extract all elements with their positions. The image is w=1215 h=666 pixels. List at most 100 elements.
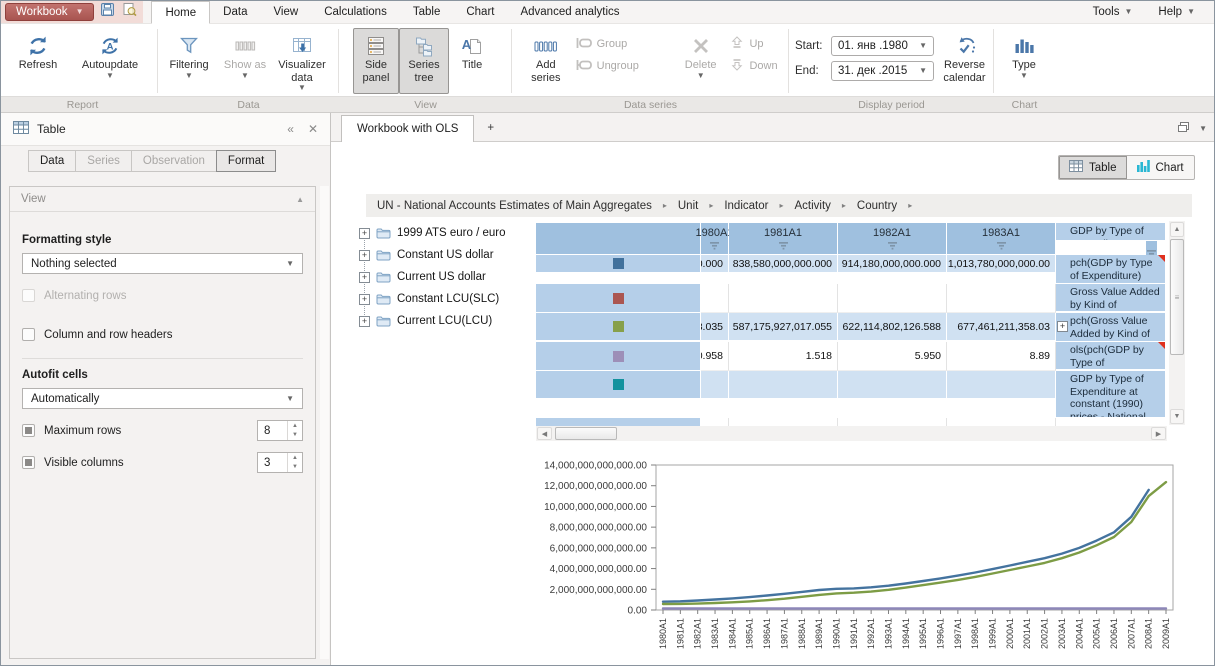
tree-expander-icon[interactable]: + [359, 228, 370, 239]
cell-r2c2[interactable] [729, 284, 838, 313]
cell-r5c1[interactable] [701, 371, 729, 399]
panel-tab-format[interactable]: Format [216, 150, 276, 172]
visualizer-data-button[interactable]: Visualizer data ▼ [270, 28, 334, 94]
start-date-picker[interactable]: 01. янв .1980 ▼ [831, 36, 934, 56]
view-section-header[interactable]: View ▲ [10, 187, 315, 212]
view-toggle-table-button[interactable]: Table [1059, 156, 1127, 179]
scroll-up-button[interactable]: ▲ [1170, 222, 1184, 237]
cell-r2c1[interactable] [701, 284, 729, 313]
menu-tab-calculations[interactable]: Calculations [311, 1, 400, 23]
scroll-right-button[interactable]: ▶ [1151, 427, 1166, 440]
row-header-1[interactable]: GDP by Type of Expenditure [1056, 223, 1166, 241]
cell-r3c1[interactable]: 578,397,367,223.035 [701, 313, 729, 341]
vertical-scroll-thumb[interactable]: ≡ [1170, 239, 1184, 355]
menu-tab-advanced-analytics[interactable]: Advanced analytics [507, 1, 632, 23]
column-header-1982a1[interactable]: 1982A1 [838, 223, 947, 255]
refresh-button[interactable]: Refresh [7, 28, 69, 94]
workbook-tab[interactable]: Workbook with OLS [341, 115, 474, 142]
filter-icon[interactable] [996, 241, 1007, 250]
view-toggle-chart-button[interactable]: Chart [1127, 156, 1194, 179]
cell-r4c2[interactable]: 1.518 [729, 342, 838, 371]
filtering-button[interactable]: Filtering ▼ [158, 28, 220, 94]
cell-r4c1[interactable]: 10.958 [701, 342, 729, 371]
chart-type-button[interactable]: Type ▼ [1000, 28, 1048, 94]
cell-r4c3[interactable]: 5.950 [838, 342, 947, 371]
step-down-icon[interactable]: ▼ [288, 463, 302, 473]
autofit-cells-select[interactable]: Automatically ▼ [22, 388, 303, 409]
tab-list-dropdown-icon[interactable]: ▼ [1199, 125, 1207, 133]
scroll-track[interactable] [620, 427, 1151, 440]
tree-item-constant-us-dollar[interactable]: +Constant US dollar [359, 244, 535, 266]
row-header-4[interactable]: +pch(Gross Value Added by Kind of Econom… [1056, 313, 1166, 342]
horizontal-scrollbar[interactable]: ◀ ▶ [536, 426, 1167, 441]
panel-tab-data[interactable]: Data [28, 150, 76, 172]
tree-expander-icon[interactable]: + [359, 272, 370, 283]
cell-r2c3[interactable] [838, 284, 947, 313]
tree-expander-icon[interactable]: + [359, 316, 370, 327]
menu-tab-table[interactable]: Table [400, 1, 454, 23]
tree-expander-icon[interactable]: + [359, 294, 370, 305]
row-header-5[interactable]: ols(pch(GDP by Type of Expenditure)) [1056, 342, 1166, 370]
filter-icon[interactable] [709, 241, 720, 250]
side-panel-toggle-button[interactable]: Side panel [353, 28, 399, 94]
step-down-icon[interactable]: ▼ [288, 431, 302, 441]
menu-tab-chart[interactable]: Chart [453, 1, 507, 23]
step-up-icon[interactable]: ▲ [288, 453, 302, 463]
cell-r1c3[interactable]: 914,180,000,000.000 [838, 255, 947, 273]
cell-r6c1[interactable]: 78.000 [701, 418, 729, 426]
filter-icon[interactable] [887, 241, 898, 250]
cell-r3c4[interactable]: 677,461,211,358.03 [947, 313, 1056, 341]
restore-window-icon[interactable] [1177, 120, 1190, 138]
save-button[interactable] [99, 4, 116, 21]
column-header-1980a1[interactable]: 1980A1 [701, 223, 729, 255]
maximum-rows-checkbox[interactable]: Maximum rows [22, 424, 121, 437]
menu-tab-view[interactable]: View [260, 1, 311, 23]
tree-item-current-us-dollar[interactable]: +Current US dollar [359, 266, 535, 288]
cell-r4c4[interactable]: 8.89 [947, 342, 1056, 371]
column-header-1981a1[interactable]: 1981A1 [729, 223, 838, 255]
column-header-1983a1[interactable]: 1983A1 [947, 223, 1056, 255]
cell-r3c3[interactable]: 622,114,802,126.588 [838, 313, 947, 341]
autoupdate-button[interactable]: A Autoupdate ▼ [69, 28, 151, 94]
add-series-button[interactable]: Add series [520, 28, 572, 94]
scroll-track[interactable] [1170, 357, 1184, 409]
menu-help-button[interactable]: Help▼ [1145, 1, 1208, 23]
stepper-arrows[interactable]: ▲▼ [287, 453, 302, 472]
breadcrumb-item-un-national-accounts-estimates-of-main-aggregates[interactable]: UN - National Accounts Estimates of Main… [377, 200, 652, 212]
workbook-menu-button[interactable]: Workbook ▼ [5, 3, 94, 21]
horizontal-scroll-thumb[interactable] [555, 427, 617, 440]
step-up-icon[interactable]: ▲ [288, 421, 302, 431]
menu-tab-home[interactable]: Home [151, 1, 210, 24]
cell-r1c2[interactable]: 838,580,000,000.000 [729, 255, 838, 273]
title-button[interactable]: A Title [449, 28, 495, 94]
breadcrumb-item-unit[interactable]: Unit [678, 200, 698, 212]
row-header-2[interactable]: pch(GDP by Type of Expenditure) [1056, 255, 1166, 284]
stepper-arrows[interactable]: ▲▼ [287, 421, 302, 440]
cell-r1c1[interactable]: 796,680,000,000.000 [701, 255, 729, 273]
scroll-left-button[interactable]: ◀ [537, 427, 552, 440]
cell-r6c3[interactable] [838, 418, 947, 426]
cell-r5c2[interactable] [729, 371, 838, 399]
visible-columns-stepper[interactable]: 3 ▲▼ [257, 452, 303, 473]
cell-r2c4[interactable] [947, 284, 1056, 313]
row-header-6[interactable]: GDP by Type of Expenditure at constant (… [1056, 371, 1166, 418]
menu-tools-button[interactable]: Tools▼ [1080, 1, 1146, 23]
collapse-panel-button[interactable]: « [287, 122, 294, 136]
tree-expander-icon[interactable]: + [359, 250, 370, 261]
vertical-scrollbar[interactable]: ▲ ≡ ▼ [1169, 221, 1185, 425]
reverse-calendar-button[interactable]: Reverse calendar [936, 28, 993, 94]
row-header-3[interactable]: Gross Value Added by Kind of Economic Ac… [1056, 284, 1166, 312]
scroll-down-button[interactable]: ▼ [1170, 409, 1184, 424]
end-date-picker[interactable]: 31. дек .2015 ▼ [831, 61, 934, 81]
new-tab-button[interactable]: + [474, 114, 507, 141]
series-tree-toggle-button[interactable]: Series tree [399, 28, 449, 94]
cell-r5c3[interactable] [838, 371, 947, 399]
tree-item-constant-lcu-slc[interactable]: +Constant LCU(SLC) [359, 288, 535, 310]
column-row-headers-checkbox[interactable]: Column and row headers [22, 328, 303, 341]
breadcrumb-item-activity[interactable]: Activity [794, 200, 830, 212]
row-expander-icon[interactable]: + [1057, 321, 1068, 332]
menu-tab-data[interactable]: Data [210, 1, 260, 23]
cell-r6c4[interactable] [947, 418, 1056, 426]
tree-item-current-lcu-lcu[interactable]: +Current LCU(LCU) [359, 310, 535, 332]
print-preview-button[interactable] [121, 4, 138, 21]
